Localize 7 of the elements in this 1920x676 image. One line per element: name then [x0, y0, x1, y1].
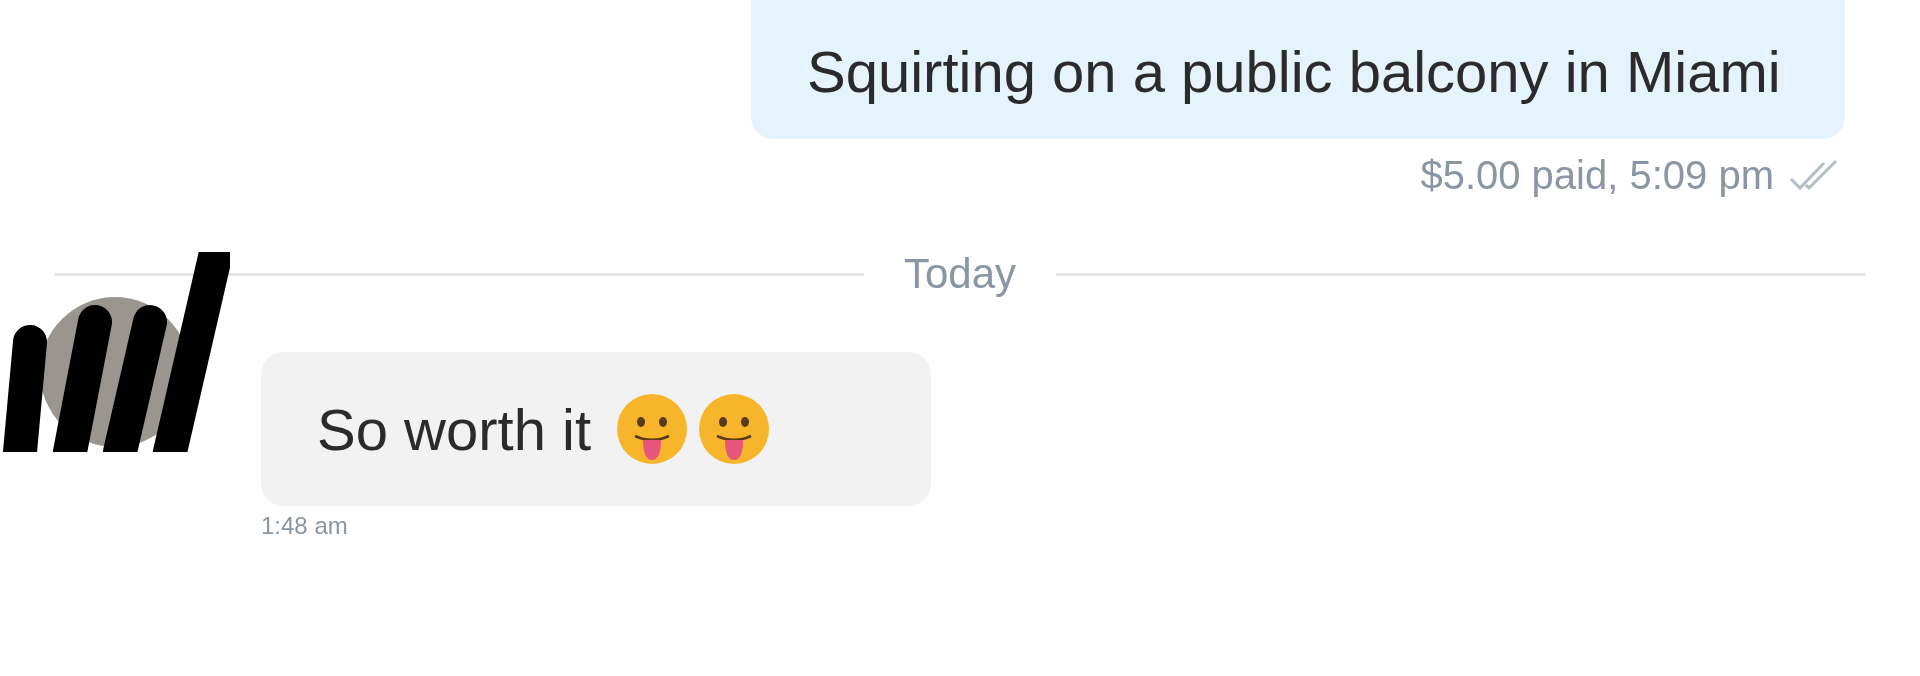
message-time: 1:48 am [261, 512, 349, 540]
message-meta: $5.00 paid, 5:09 pm [1420, 153, 1774, 198]
tongue-face-icon [615, 392, 689, 466]
message-bubble: Squirting on a public balcony in Miami [751, 0, 1845, 139]
message-text: So worth it [317, 395, 591, 463]
tongue-face-icon [697, 392, 771, 466]
date-divider-label: Today [903, 250, 1017, 298]
